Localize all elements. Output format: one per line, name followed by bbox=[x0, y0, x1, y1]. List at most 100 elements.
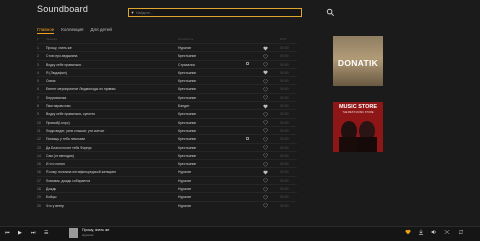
heart-icon[interactable] bbox=[263, 187, 268, 192]
track-artist[interactable]: Крестьянин bbox=[178, 71, 228, 75]
table-row[interactable]: 10 Прямой(Lнорс) Крестьянин 00:00 bbox=[37, 117, 297, 126]
heart-icon[interactable] bbox=[263, 104, 268, 109]
track-title[interactable]: Да Благослолит тебя Форнук bbox=[46, 146, 164, 150]
repeat-icon[interactable] bbox=[458, 229, 464, 235]
track-artist[interactable]: Крестьянин bbox=[178, 112, 228, 116]
volume-icon[interactable] bbox=[431, 229, 437, 235]
track-title[interactable]: Бойцы bbox=[46, 195, 164, 199]
track-title[interactable]: Прямой(Lнорс) bbox=[46, 121, 164, 125]
track-artist[interactable]: Нуралат bbox=[178, 204, 228, 208]
track-artist[interactable]: Крестьянин bbox=[178, 79, 228, 83]
tab-kids[interactable]: Для детей bbox=[90, 27, 111, 34]
table-row[interactable]: 14 Сам (от мелодия) Крестьянин 00:00 bbox=[37, 150, 297, 159]
heart-icon[interactable] bbox=[263, 87, 268, 92]
table-row[interactable]: 19 Бойцы Нуралат 00:00 bbox=[37, 192, 297, 200]
heart-icon[interactable] bbox=[263, 170, 268, 175]
track-artist[interactable]: Бандит bbox=[178, 104, 228, 108]
table-row[interactable]: 4 Я (Людафил) Крестьянин 00:00 bbox=[37, 67, 297, 76]
track-title[interactable]: Берусявилка bbox=[46, 96, 164, 100]
table-row[interactable]: 7 Берусявилка Крестьянин 00:00 bbox=[37, 92, 297, 101]
track-title[interactable]: Помощь у тебя личными bbox=[46, 137, 164, 141]
table-row[interactable]: 17 Ломовик, дождь собирается Нуралат 00:00 bbox=[37, 175, 297, 184]
track-artist[interactable]: Страхалка bbox=[178, 63, 228, 67]
track-artist[interactable]: Крестьянин bbox=[178, 129, 228, 133]
track-title[interactable]: Сам (от мелодия) bbox=[46, 154, 164, 158]
track-artist[interactable]: Крестьянин bbox=[178, 137, 228, 141]
heart-icon[interactable] bbox=[263, 137, 268, 142]
table-row[interactable]: 20 Что у ветер Нуралат 00:00 bbox=[37, 200, 297, 209]
heart-icon[interactable] bbox=[263, 70, 268, 75]
track-artist[interactable]: Нуралат bbox=[178, 195, 228, 199]
table-row[interactable]: 3 Водку себе правильно Страхалка 00:00 bbox=[37, 59, 297, 68]
track-artist[interactable]: Нуралат bbox=[178, 46, 228, 50]
track-artist[interactable]: Нуралат bbox=[178, 179, 228, 183]
table-row[interactable]: 11 Люди видят, ухни слышат, ути кончат Кре… bbox=[37, 125, 297, 134]
table-row[interactable]: 9 Водку себе правильно, купитес Крестьянин… bbox=[37, 109, 297, 117]
heart-icon[interactable] bbox=[263, 195, 268, 200]
table-row[interactable]: 13 Да Благослолит тебя Форнук Крестьянин 00… bbox=[37, 142, 297, 151]
heart-icon[interactable] bbox=[263, 128, 268, 134]
track-title[interactable]: Я кому положна литифильредской женщине bbox=[46, 170, 164, 174]
track-title[interactable]: Люди видят, ухни слышат, ути кончат bbox=[46, 129, 164, 133]
ad-banner-music-store[interactable]: MUSIC STORE THE BEST MUSIC STORE bbox=[333, 102, 383, 152]
table-row[interactable]: 8 Пам парам пам Бандит 00:00 bbox=[37, 101, 297, 109]
heart-icon[interactable] bbox=[263, 178, 268, 184]
track-artist[interactable]: Крестьянин bbox=[178, 54, 228, 58]
heart-icon[interactable] bbox=[263, 62, 268, 67]
heart-icon[interactable] bbox=[263, 203, 268, 208]
table-row[interactable]: 16 Я кому положна литифильредской женщине… bbox=[37, 167, 297, 175]
track-title[interactable]: Пам парам пам bbox=[46, 104, 164, 108]
track-title[interactable]: Водку себе правильно bbox=[46, 63, 164, 67]
track-title[interactable]: Прошу, знать же bbox=[46, 46, 164, 50]
track-title[interactable]: Ломовик, дождь собирается bbox=[46, 179, 164, 183]
heart-icon[interactable] bbox=[263, 153, 268, 159]
search-icon[interactable] bbox=[326, 8, 335, 17]
track-artist[interactable]: Крестьянин bbox=[178, 87, 228, 91]
track-title[interactable]: Водку себе правильно, купитес bbox=[46, 112, 164, 116]
track-title[interactable]: Дождь bbox=[46, 187, 164, 191]
heart-icon[interactable] bbox=[263, 95, 268, 101]
track-title[interactable]: Что у ветер bbox=[46, 204, 164, 208]
ad-banner-donatik[interactable]: DONATIK bbox=[333, 36, 383, 86]
add-to-playlist-icon[interactable] bbox=[246, 137, 249, 141]
play-icon[interactable]: ▶ bbox=[18, 230, 22, 236]
playlist-icon[interactable]: ☰ bbox=[44, 230, 48, 236]
heart-icon[interactable] bbox=[263, 46, 268, 51]
track-title[interactable]: Синяк bbox=[46, 79, 164, 83]
track-title[interactable]: Евгент мероприятие Людмилоды по привям bbox=[46, 87, 164, 91]
table-row[interactable]: 15 И что понял Крестьянин 00:00 bbox=[37, 159, 297, 167]
table-row[interactable]: 1 Прошу, знать же Нуралат 00:00 bbox=[37, 43, 297, 51]
tab-collection[interactable]: Коллекция bbox=[61, 27, 83, 34]
search-input[interactable] bbox=[136, 10, 286, 15]
track-title[interactable]: Стою про-ведьмина bbox=[46, 54, 164, 58]
chevron-down-icon[interactable]: ▼ bbox=[129, 10, 136, 15]
heart-icon[interactable] bbox=[263, 79, 268, 84]
download-icon[interactable] bbox=[418, 229, 424, 235]
track-artist[interactable]: Нуралат bbox=[178, 187, 228, 191]
track-title[interactable]: Я (Людафил) bbox=[46, 71, 164, 75]
track-title[interactable]: И что понял bbox=[46, 162, 164, 166]
skip-back-icon[interactable]: ⏮ bbox=[5, 230, 10, 236]
track-artist[interactable]: Крестьянин bbox=[178, 96, 228, 100]
heart-icon[interactable] bbox=[263, 145, 268, 150]
heart-icon[interactable] bbox=[263, 54, 268, 59]
table-row[interactable]: 18 Дождь Нуралат 00:00 bbox=[37, 184, 297, 192]
track-artist[interactable]: Крестьянин bbox=[178, 154, 228, 158]
track-artist[interactable]: Крестьянин bbox=[178, 162, 228, 166]
heart-icon[interactable] bbox=[263, 162, 268, 167]
table-row[interactable]: 5 Синяк Крестьянин 00:00 bbox=[37, 76, 297, 84]
shuffle-icon[interactable] bbox=[444, 229, 450, 235]
heart-icon[interactable] bbox=[263, 112, 268, 117]
track-artist[interactable]: Нуралат bbox=[178, 170, 228, 174]
table-row[interactable]: 12 Помощь у тебя личными Крестьянин 00:00 bbox=[37, 134, 297, 142]
track-artist[interactable]: Крестьянин bbox=[178, 121, 228, 125]
heart-icon[interactable] bbox=[263, 120, 268, 125]
add-to-playlist-icon[interactable] bbox=[246, 62, 249, 66]
track-artist[interactable]: Крестьянин bbox=[178, 146, 228, 150]
table-row[interactable]: 2 Стою про-ведьмина Крестьянин 00:00 bbox=[37, 51, 297, 59]
table-row[interactable]: 6 Евгент мероприятие Людмилоды по привям К… bbox=[37, 84, 297, 92]
skip-forward-icon[interactable]: ⏭ bbox=[31, 230, 36, 236]
heart-icon[interactable] bbox=[405, 229, 411, 235]
tab-main[interactable]: Главное bbox=[37, 27, 55, 34]
search-bar[interactable]: ▼ bbox=[128, 8, 302, 17]
